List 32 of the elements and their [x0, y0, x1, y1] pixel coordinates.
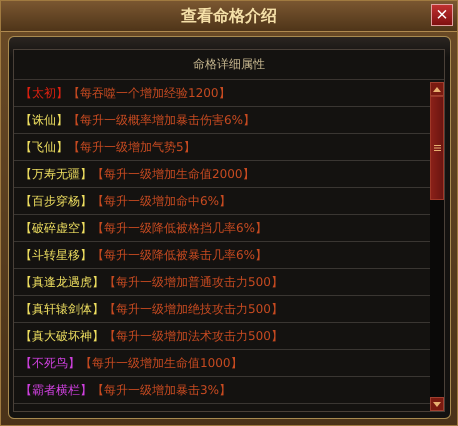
- fate-effect: 【每升一级概率增加暴击伤害6%】: [68, 112, 256, 128]
- fate-effect: 【每升一级增加生命值1000】: [80, 354, 243, 372]
- fate-name: 【破碎虚空】: [20, 220, 92, 236]
- fate-name: 【万寿无疆】: [20, 166, 92, 182]
- scrollbar[interactable]: [430, 82, 444, 411]
- fate-effect: 【每升一级增加绝技攻击力500】: [104, 300, 283, 318]
- fate-name: 【不死鸟】: [20, 354, 80, 372]
- fate-name: 【诛仙】: [20, 112, 68, 128]
- header-title: 命格详细属性: [193, 56, 265, 73]
- fate-effect: 【每吞噬一个增加经验1200】: [68, 84, 231, 102]
- window-title: 查看命格介绍: [181, 6, 277, 26]
- grip-icon: [434, 145, 440, 151]
- fate-effect: 【每升一级增加法术攻击力500】: [104, 328, 283, 344]
- fate-name: 【真逢龙遇虎】: [20, 274, 104, 290]
- fate-effect: 【每升一级增加气势5】: [68, 138, 196, 156]
- fate-effect: 【每升一级增加生命值2000】: [92, 166, 255, 182]
- fate-name: 【真大破坏神】: [20, 328, 104, 344]
- fate-effect: 【每升一级降低被暴击几率6%】: [92, 246, 268, 264]
- scroll-thumb[interactable]: [430, 96, 444, 200]
- fate-name: 【百步穿杨】: [20, 192, 92, 210]
- up-arrow-icon: [433, 86, 441, 92]
- fate-name: 【斗转星移】: [20, 246, 92, 264]
- fate-name: 【霸者横栏】: [20, 382, 92, 398]
- fate-effect: 【每升一级增加暴击3%】: [92, 382, 232, 398]
- close-button[interactable]: ×: [431, 4, 453, 26]
- fate-name: 【飞仙】: [20, 138, 68, 156]
- fate-name: 【真轩辕剑体】: [20, 300, 104, 318]
- fate-effect: 【每升一级降低被格挡几率6%】: [92, 220, 268, 236]
- fate-effect: 【每升一级增加命中6%】: [92, 192, 232, 210]
- fate-effect: 【每升一级增加普通攻击力500】: [104, 274, 283, 290]
- fate-name: 【太初】: [20, 84, 68, 102]
- down-arrow-icon: [433, 402, 441, 406]
